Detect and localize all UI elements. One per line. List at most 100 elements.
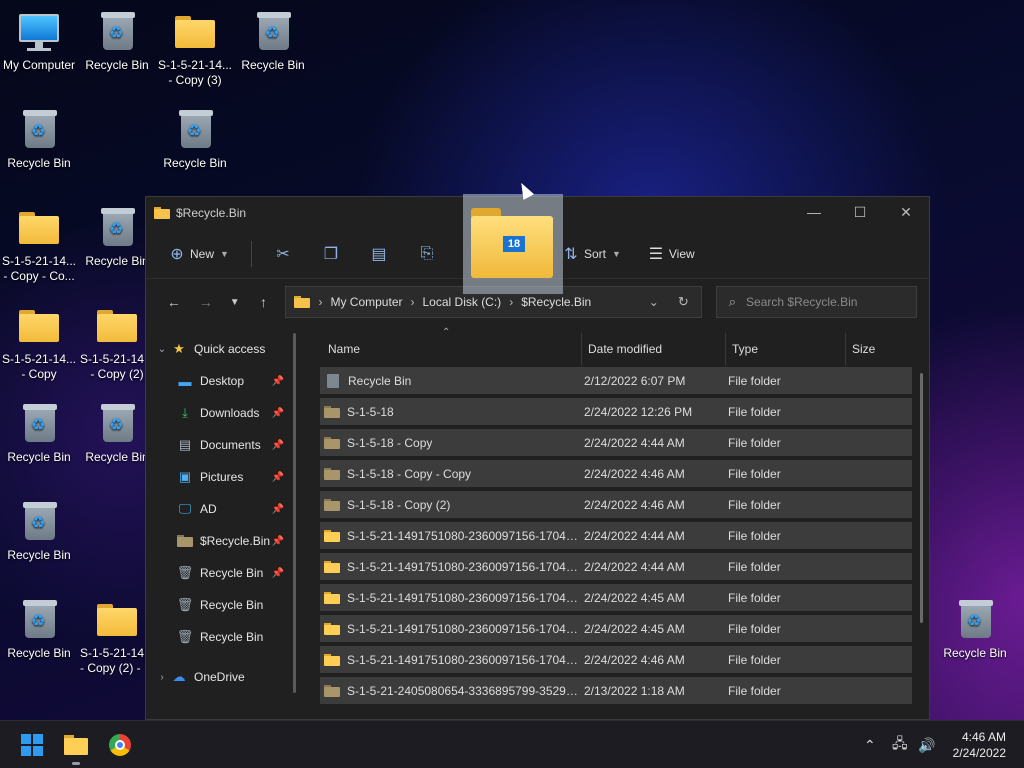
folder-icon xyxy=(324,405,340,418)
nav-quick-access[interactable]: ⌄ ★ Quick access xyxy=(146,333,296,365)
cell-date: 2/24/2022 4:45 AM xyxy=(584,621,685,636)
cell-type: File folder xyxy=(728,559,781,574)
desktop-icon-recycle-bin[interactable]: ♻ Recycle Bin xyxy=(78,10,156,73)
copy-button[interactable]: ❐ xyxy=(318,244,344,264)
cell-type: File folder xyxy=(728,435,781,450)
sort-button[interactable]: ⇅ Sort ▼ xyxy=(558,244,621,264)
file-list-scrollbar[interactable] xyxy=(920,373,923,623)
recycle-bin-icon: ♻ xyxy=(179,110,213,148)
column-header-date[interactable]: Date modified xyxy=(582,333,726,365)
chevron-down-icon: ▼ xyxy=(229,296,240,308)
table-row[interactable]: S-1-5-21-1491751080-2360097156-170421...… xyxy=(320,553,912,580)
desktop-icon-recycle-bin[interactable]: ♻ Recycle Bin xyxy=(234,10,312,73)
chevron-up-icon: ⌃ xyxy=(864,736,876,753)
folder-icon xyxy=(19,212,59,244)
windows-logo-icon xyxy=(21,734,43,756)
taskbar-file-explorer[interactable] xyxy=(60,729,92,761)
table-row[interactable]: S-1-5-21-1491751080-2360097156-170421...… xyxy=(320,584,912,611)
desktop-icon-my-computer[interactable]: My Computer xyxy=(0,10,78,73)
close-button[interactable]: ✕ xyxy=(883,197,929,227)
show-hidden-icons-button[interactable]: ⌃ xyxy=(864,721,876,768)
view-button[interactable]: ☰ View xyxy=(643,244,695,264)
desktop-icon-recycle-bin[interactable]: ♻ Recycle Bin xyxy=(156,108,234,171)
desktop-icon-folder[interactable]: S-1-5-21-14... - Copy (3) xyxy=(156,10,234,88)
nav-item-recycle-bin-folder[interactable]: $Recycle.Bin 📌 xyxy=(146,525,296,557)
desktop-icon-recycle-bin[interactable]: ♻ Recycle Bin xyxy=(0,108,78,171)
download-icon: ⤓ xyxy=(182,405,188,420)
computer-icon xyxy=(19,14,59,52)
cell-name: S-1-5-18 - Copy - Copy xyxy=(320,467,582,481)
pictures-icon: ▣ xyxy=(178,469,192,484)
file-list: ⌃ Name Date modified Type Size Recycle B… xyxy=(296,325,929,719)
taskbar-chrome[interactable] xyxy=(104,729,136,761)
desktop-icon-folder[interactable]: S-1-5-21-14... - Copy - Co... xyxy=(0,206,78,284)
desktop-icon-folder[interactable]: S-1-5-21-14... - Copy xyxy=(0,304,78,382)
up-button[interactable]: ↑ xyxy=(248,294,280,310)
nav-item-recycle-bin[interactable]: 🗑 Recycle Bin xyxy=(146,589,296,621)
nav-onedrive[interactable]: › ☁ OneDrive xyxy=(146,661,296,693)
recent-locations-button[interactable]: ▼ xyxy=(222,297,248,308)
rename-button[interactable]: ⎘ xyxy=(414,245,440,263)
desktop-icon-recycle-bin[interactable]: ♻ Recycle Bin xyxy=(0,402,78,465)
start-button[interactable] xyxy=(16,729,48,761)
table-row[interactable]: S-1-5-21-1491751080-2360097156-170421...… xyxy=(320,522,912,549)
nav-item-recycle-bin[interactable]: 🗑 Recycle Bin 📌 xyxy=(146,557,296,589)
copy-icon: ❐ xyxy=(323,245,339,263)
table-row[interactable]: Recycle Bin 2/12/2022 6:07 PM File folder xyxy=(320,367,912,394)
cell-date: 2/24/2022 4:44 AM xyxy=(584,559,685,574)
breadcrumb-my-computer[interactable]: My Computer xyxy=(330,295,402,309)
column-header-type[interactable]: Type xyxy=(726,333,846,365)
minimize-button[interactable]: — xyxy=(791,197,837,227)
nav-item-ad[interactable]: 🖵 AD 📌 xyxy=(146,493,296,525)
table-row[interactable]: S-1-5-18 - Copy (2) 2/24/2022 4:46 AM File… xyxy=(320,491,912,518)
breadcrumb-recycle-bin[interactable]: $Recycle.Bin xyxy=(521,295,591,309)
column-header-name[interactable]: Name xyxy=(320,333,582,365)
desktop-icon-recycle-bin[interactable]: ♻ Recycle Bin xyxy=(0,500,78,563)
content-area: ⌄ ★ Quick access ▬ Desktop 📌 ⤓ Downloads… xyxy=(146,325,929,719)
column-header-size[interactable]: Size xyxy=(846,333,906,365)
address-dropdown-icon[interactable]: ⌄ xyxy=(649,295,659,309)
folder-icon xyxy=(324,591,340,604)
desktop-icon-recycle-bin[interactable]: ♻ Recycle Bin xyxy=(0,598,78,661)
forward-button[interactable]: → xyxy=(190,294,222,310)
folder-icon xyxy=(324,653,340,666)
back-button[interactable]: ← xyxy=(158,294,190,310)
cut-button[interactable]: ✂ xyxy=(270,244,296,264)
folder-icon xyxy=(97,310,137,342)
folder-icon xyxy=(64,735,88,755)
recycle-bin-icon: ♻ xyxy=(101,208,135,246)
maximize-button[interactable]: ☐ xyxy=(837,197,883,227)
refresh-icon[interactable]: ↻ xyxy=(678,294,689,310)
nav-item-recycle-bin[interactable]: 🗑 Recycle Bin xyxy=(146,621,296,653)
table-row[interactable]: S-1-5-21-1491751080-2360097156-170421...… xyxy=(320,615,912,642)
table-row[interactable]: S-1-5-18 - Copy 2/24/2022 4:44 AM File fol… xyxy=(320,429,912,456)
breadcrumb-local-disk[interactable]: Local Disk (C:) xyxy=(423,295,502,309)
table-row[interactable]: S-1-5-21-2405080654-3336895799-352903...… xyxy=(320,677,912,704)
recycle-bin-icon: ♻ xyxy=(101,12,135,50)
clock[interactable]: 4:46 AM 2/24/2022 xyxy=(953,729,1006,761)
table-row[interactable]: S-1-5-18 2/24/2022 12:26 PM File folder xyxy=(320,398,912,425)
desktop-icon-recycle-bin[interactable]: ♻ Recycle Bin xyxy=(936,598,1014,661)
arrow-up-icon: ↑ xyxy=(260,294,268,310)
breadcrumb-separator: › xyxy=(410,295,415,309)
pin-icon: 📌 xyxy=(271,375,284,387)
paste-button[interactable]: ▤ xyxy=(366,244,392,264)
new-button[interactable]: ⊕ New ▼ xyxy=(164,244,229,264)
nav-item-pictures[interactable]: ▣ Pictures 📌 xyxy=(146,461,296,493)
recycle-bin-icon: ♻ xyxy=(23,502,57,540)
network-icon[interactable]: 🖧 xyxy=(892,721,908,768)
nav-item-desktop[interactable]: ▬ Desktop 📌 xyxy=(146,365,296,397)
volume-icon[interactable]: 🔊 xyxy=(918,721,935,768)
table-row[interactable]: S-1-5-21-1491751080-2360097156-170421...… xyxy=(320,646,912,673)
cell-name: S-1-5-21-2405080654-3336895799-352903... xyxy=(320,684,582,698)
nav-item-downloads[interactable]: ⤓ Downloads 📌 xyxy=(146,397,296,429)
cell-type: File folder xyxy=(728,404,781,419)
scissors-icon: ✂ xyxy=(276,245,290,263)
window-title: $Recycle.Bin xyxy=(176,206,247,220)
folder-icon xyxy=(324,436,340,449)
table-row[interactable]: S-1-5-18 - Copy - Copy 2/24/2022 4:46 AM F… xyxy=(320,460,912,487)
search-input[interactable]: ⌕ Search $Recycle.Bin xyxy=(715,286,917,318)
plus-circle-icon: ⊕ xyxy=(170,245,184,263)
nav-item-documents[interactable]: ▤ Documents 📌 xyxy=(146,429,296,461)
active-app-indicator xyxy=(72,762,80,765)
